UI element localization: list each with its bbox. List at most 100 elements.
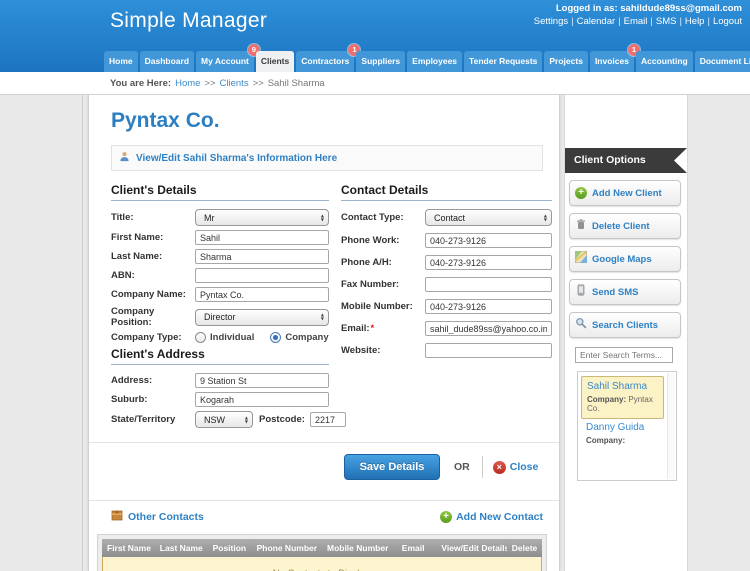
abn-input[interactable]: [195, 268, 329, 283]
suburb-label: Suburb:: [111, 394, 148, 405]
google-maps-button[interactable]: Google Maps: [569, 246, 681, 272]
address-input[interactable]: [195, 373, 329, 388]
suburb-input[interactable]: [195, 392, 329, 407]
delete-client-button[interactable]: Delete Client: [569, 213, 681, 239]
email-link[interactable]: Email: [624, 16, 648, 27]
tab-projects[interactable]: Projects: [544, 51, 588, 72]
link-separator: |: [618, 16, 621, 27]
email-input[interactable]: [425, 321, 552, 336]
add-plus-icon: +: [575, 187, 587, 199]
top-links: Settings | Calendar | Email | SMS | Help | Logout: [534, 16, 742, 27]
individual-radio[interactable]: [195, 332, 206, 343]
company-label: Company:: [586, 436, 626, 445]
link-separator: |: [707, 16, 710, 27]
help-link[interactable]: Help: [685, 16, 705, 27]
tab-label: Dashboard: [144, 56, 190, 66]
logout-link[interactable]: Logout: [713, 16, 742, 27]
app-header: Simple Manager Logged in as: sahildude89…: [0, 0, 750, 72]
company-position-select[interactable]: Director ▲ ▼: [195, 308, 329, 326]
fax-input[interactable]: [425, 277, 552, 292]
contacts-table-empty-state: No Contacts to Display. To Add a New Con…: [102, 557, 542, 571]
last-name-input[interactable]: [195, 249, 329, 264]
client-list-item-danny-guida[interactable]: Danny Guida Company:: [581, 419, 664, 448]
save-details-button[interactable]: Save Details: [344, 454, 440, 480]
client-name: Sahil Sharma: [587, 381, 648, 392]
first-name-input[interactable]: [195, 230, 329, 245]
view-edit-link[interactable]: View/Edit Sahil Sharma's Information Her…: [136, 153, 337, 164]
tab-contractors[interactable]: Contractors 1: [296, 44, 361, 72]
breadcrumb-home-link[interactable]: Home: [175, 78, 200, 89]
client-form-panel: Pyntax Co. View/Edit Sahil Sharma's Info…: [88, 95, 560, 571]
contact-details-column: Contact Details Contact Type: Contact ▲ ▼…: [341, 181, 552, 432]
settings-link[interactable]: Settings: [534, 16, 568, 27]
tab-label: Tender Requests: [469, 56, 538, 66]
individual-radio-label: Individual: [210, 332, 255, 343]
email-label: Email:*: [341, 323, 425, 334]
tab-employees[interactable]: Employees: [407, 51, 463, 72]
save-row: Save Details OR × Close: [111, 443, 543, 490]
tab-label: Clients: [260, 56, 290, 66]
contact-type-select[interactable]: Contact ▲ ▼: [425, 209, 552, 226]
website-input[interactable]: [425, 343, 552, 358]
add-new-contact-link[interactable]: Add New Contact: [456, 511, 543, 523]
tab-clients[interactable]: Clients: [255, 51, 295, 72]
button-label: Search Clients: [592, 319, 658, 331]
breadcrumb-separator: >>: [252, 77, 264, 89]
contacts-table-header: First Name Last Name Position Phone Numb…: [102, 539, 542, 557]
search-clients-header[interactable]: Search Clients: [569, 312, 681, 338]
client-search-input[interactable]: [575, 347, 673, 363]
state-select[interactable]: NSW ▲ ▼: [195, 411, 253, 428]
contacts-box-icon: [111, 508, 123, 526]
tab-accounting[interactable]: Accounting: [635, 51, 693, 72]
company-radio[interactable]: [270, 332, 282, 343]
tab-home[interactable]: Home: [104, 51, 138, 72]
close-icon[interactable]: ×: [492, 460, 506, 474]
state-label: State/Territory: [111, 414, 176, 425]
company-type-label: Company Type:: [111, 332, 182, 343]
address-label: Address:: [111, 375, 153, 386]
client-details-column: Client's Details Title: Mr ▲ ▼ First Name…: [111, 181, 346, 432]
add-contact-plus-icon[interactable]: +: [440, 511, 453, 523]
mobile-label: Mobile Number:: [341, 301, 413, 312]
contact-details-heading: Contact Details: [341, 183, 552, 201]
tab-tender-requests[interactable]: Tender Requests: [464, 51, 543, 72]
breadcrumb-prefix: You are Here:: [110, 77, 172, 89]
client-name: Danny Guida: [586, 422, 645, 433]
tab-dashboard[interactable]: Dashboard: [139, 51, 195, 72]
body-area: Pyntax Co. View/Edit Sahil Sharma's Info…: [0, 95, 750, 571]
mobile-input[interactable]: [425, 299, 552, 314]
company-label: Company:: [587, 395, 627, 404]
column-header: Delete: [511, 543, 538, 553]
breadcrumb-clients-link[interactable]: Clients: [220, 78, 249, 89]
tab-document-library[interactable]: Document Library: [694, 51, 750, 72]
add-new-client-button[interactable]: + Add New Client: [569, 180, 681, 206]
button-label: Delete Client: [592, 220, 650, 232]
phone-ah-input[interactable]: [425, 255, 552, 270]
tab-suppliers[interactable]: Suppliers: [356, 51, 406, 72]
calendar-link[interactable]: Calendar: [577, 16, 616, 27]
link-separator: |: [679, 16, 682, 27]
view-edit-bar: View/Edit Sahil Sharma's Information Her…: [111, 145, 543, 171]
sms-link[interactable]: SMS: [656, 16, 677, 27]
state-select-value: NSW: [204, 414, 225, 425]
title-label: Title:: [111, 212, 134, 223]
first-name-label: First Name:: [111, 232, 164, 243]
client-options-title: Client Options: [574, 154, 646, 166]
column-header: Email: [401, 543, 425, 553]
contacts-table: First Name Last Name Position Phone Numb…: [97, 534, 547, 571]
button-label: Google Maps: [592, 253, 652, 265]
search-icon: [575, 316, 587, 334]
tab-label: Accounting: [640, 56, 688, 66]
tab-invoices[interactable]: Invoices 1: [589, 44, 640, 72]
tab-my-account[interactable]: My Account 9: [196, 44, 260, 72]
close-link[interactable]: Close: [510, 461, 539, 473]
title-select[interactable]: Mr ▲ ▼: [195, 209, 329, 226]
link-separator: |: [650, 16, 653, 27]
send-sms-button[interactable]: Send SMS: [569, 279, 681, 305]
company-name-input[interactable]: [195, 287, 329, 302]
client-list-item-sahil-sharma[interactable]: Sahil Sharma Company: Pyntax Co.: [581, 376, 664, 419]
phone-icon: [575, 283, 587, 301]
phone-work-input[interactable]: [425, 233, 552, 248]
or-text: OR: [454, 461, 470, 473]
tab-label: Suppliers: [361, 56, 401, 66]
